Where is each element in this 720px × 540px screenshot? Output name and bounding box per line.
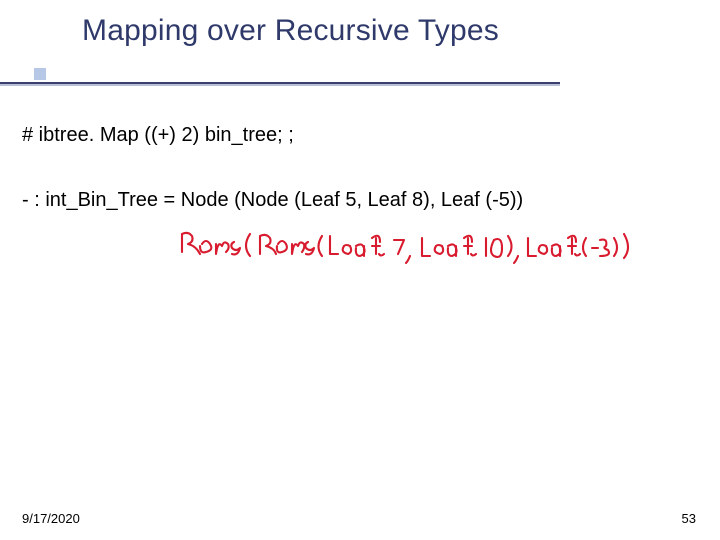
code-output-line: - : int_Bin_Tree = Node (Node (Leaf 5, L… <box>22 189 698 212</box>
slide-body: # ibtree. Map ((+) 2) bin_tree; ; - : in… <box>22 124 698 220</box>
slide: Mapping over Recursive Types # ibtree. M… <box>0 0 720 540</box>
code-input-line: # ibtree. Map ((+) 2) bin_tree; ; <box>22 124 698 147</box>
title-bullet <box>34 68 46 80</box>
title-underline-shadow <box>0 84 560 86</box>
footer-date: 9/17/2020 <box>22 511 80 526</box>
slide-title: Mapping over Recursive Types <box>82 14 499 48</box>
handwritten-annotation <box>178 226 638 276</box>
footer-page-number: 53 <box>682 511 696 526</box>
